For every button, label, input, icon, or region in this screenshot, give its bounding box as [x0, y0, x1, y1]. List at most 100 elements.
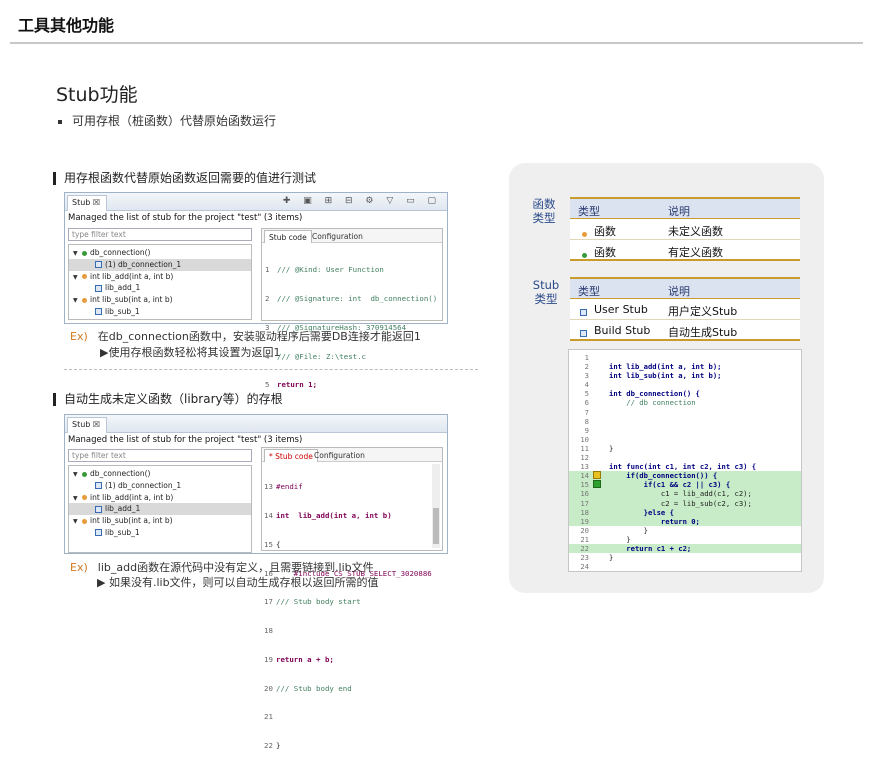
part2-arrow-note: ▶ 如果没有.lib文件，则可以自动生成存根以返回所需的值 [97, 576, 379, 589]
editor-scrollbar[interactable] [432, 464, 440, 548]
tab-stub-code[interactable]: Stub code [264, 230, 312, 243]
code-text: if(c1 && c2 || c3) { [609, 480, 731, 490]
stub-code-editor[interactable]: 13 #endif 14 int lib_add(int a, int b) 15{… [262, 462, 432, 771]
tree-item[interactable]: ▼ db_connection() [69, 247, 251, 259]
stub-view-tabbar: Stub ☒ ✚ ▣ ⊞ ⊟ ⚙ ▽ ▭ ▢ [65, 193, 447, 211]
line-number: 12 [580, 453, 589, 463]
code-line: 20 } [569, 526, 801, 535]
table-row: 函数 未定义函数 [570, 219, 800, 240]
part1-example: Ex) 在db_connection函数中，安装驱动程序后需要DB连接才能返回1 [70, 330, 421, 343]
line-number: 24 [580, 562, 589, 572]
tree-item[interactable]: ▼ db_connection() [69, 468, 251, 480]
managed-label: Managed the list of stub for the project… [68, 213, 303, 223]
code-line: 5 int db_connection() { [569, 389, 801, 398]
part2-heading: 自动生成未定义函数（library等）的存根 [53, 393, 283, 406]
stub-list-pane: type filter text ▼ db_connection() (1) db… [68, 228, 252, 320]
table-row: 函数 有定义函数 [570, 240, 800, 261]
warning-marker-icon[interactable] [593, 471, 601, 480]
code-text: c1 = lib_add(c1, c2); [609, 489, 752, 499]
line-number: 22 [580, 543, 589, 553]
stub-editor-pane: * Stub code Configuration 13 #endif 14 int… [261, 447, 443, 750]
view-toolbar-icons[interactable]: ✚ ▣ ⊞ ⊟ ⚙ ▽ ▭ ▢ [283, 196, 441, 206]
line-number: 20 [580, 525, 589, 535]
tree-item[interactable]: lib_sub_1 [69, 527, 251, 539]
code-text: return c1 + c2; [609, 543, 692, 553]
code-line: 16 c1 = lib_add(c1, c2); [569, 489, 801, 499]
scrollbar-thumb[interactable] [433, 508, 439, 544]
tree-item[interactable]: (1) db_connection_1 [69, 258, 251, 271]
code-text: } [609, 534, 631, 544]
filter-input[interactable]: type filter text [68, 449, 252, 462]
build-stub-icon [95, 529, 102, 537]
line-number: 2 [584, 362, 589, 372]
stub-tree: ▼ db_connection() (1) db_connection_1 ▼ in… [68, 244, 252, 320]
line-number: 14 [580, 471, 589, 481]
user-stub-icon [95, 261, 102, 269]
stub-view-tab[interactable]: Stub ☒ [67, 417, 108, 433]
tree-item[interactable]: lib_sub_1 [69, 306, 251, 318]
code-line: 18 }else { [569, 507, 801, 517]
code-line: 15 if(c1 && c2 || c3) { [569, 480, 801, 490]
tree-item[interactable]: ▼ int lib_add(int a, int b) [69, 492, 251, 504]
code-text: int db_connection() { [609, 389, 700, 399]
stub-view-tabbar: Stub ☒ [65, 415, 447, 433]
managed-label: Managed the list of stub for the project… [68, 435, 303, 445]
code-text: // db connection [609, 398, 696, 408]
filter-input[interactable]: type filter text [68, 228, 252, 241]
line-number: 3 [584, 371, 589, 381]
code-line: 8 [569, 417, 801, 426]
stub-type-table: 类型 说明 User Stub 用户定义Stub Build Stub 自动生成… [570, 277, 800, 341]
undefined-function-icon [82, 518, 87, 524]
editor-tabs: * Stub code Configuration [262, 448, 442, 462]
dashed-divider [64, 369, 478, 370]
build-stub-icon [95, 284, 102, 292]
source-code-window[interactable]: 1 2 int lib_add(int a, int b); 3 int lib_sub… [568, 349, 802, 572]
line-number: 7 [584, 407, 589, 417]
stub-tree: ▼ db_connection() (1) db_connection_1 ▼ in… [68, 465, 252, 553]
build-stub-icon [580, 329, 587, 337]
tree-item[interactable]: ▼ int lib_add(int a, int b) [69, 271, 251, 283]
tab-configuration[interactable]: Configuration [310, 449, 369, 462]
line-number: 17 [580, 498, 589, 508]
part1-arrow-note: ▶使用存根函数轻松将其设置为返回1 [100, 346, 281, 359]
code-line: 22 return c1 + c2; [569, 543, 801, 554]
line-number: 16 [580, 489, 589, 499]
line-number: 18 [580, 507, 589, 517]
tree-item[interactable]: (1) db_connection_1 [69, 480, 251, 492]
tree-item[interactable]: ▼ int lib_sub(int a, int b) [69, 294, 251, 306]
tree-item[interactable]: lib_add_1 [69, 503, 251, 516]
line-number: 15 [580, 480, 589, 490]
code-line: 10 [569, 435, 801, 444]
stub-editor-pane: Stub code Configuration 1/// @Kind: User… [261, 228, 443, 389]
build-stub-icon [95, 505, 102, 513]
defined-function-icon [82, 471, 87, 477]
coverage-marker-icon[interactable] [593, 480, 601, 489]
line-number: 9 [584, 425, 589, 435]
code-text: } [609, 553, 614, 563]
part2-example: Ex) lib_add函数在源代码中没有定义，且需要链接到.lib文件 [70, 561, 374, 574]
line-number: 6 [584, 398, 589, 408]
defined-function-icon [82, 250, 87, 256]
undefined-function-icon [582, 231, 587, 237]
code-line: 23} [569, 553, 801, 562]
code-text: int lib_sub(int a, int b); [609, 371, 722, 381]
table-header: 类型 说明 [570, 197, 800, 219]
stub-list-pane: type filter text ▼ db_connection() (1) db… [68, 449, 252, 553]
undefined-function-icon [82, 297, 87, 303]
line-number: 13 [580, 462, 589, 472]
tree-item[interactable]: lib_add_1 [69, 282, 251, 294]
bullet-text: 可用存根（桩函数）代替原始函数运行 [58, 112, 276, 129]
code-text: int lib_add(int a, int b); [609, 362, 722, 372]
stub-view-tab[interactable]: Stub ☒ [67, 195, 108, 211]
code-line: 21 } [569, 535, 801, 544]
line-number: 21 [580, 534, 589, 544]
tab-configuration[interactable]: Configuration [308, 230, 367, 243]
code-line: 7 [569, 408, 801, 417]
code-line: 13 int func(int c1, int c2, int c3) { [569, 462, 801, 471]
line-number: 8 [584, 416, 589, 426]
code-line: 2 int lib_add(int a, int b); [569, 362, 801, 371]
line-number: 11 [580, 443, 589, 453]
title-divider [10, 42, 863, 44]
tree-item[interactable]: ▼ int lib_sub(int a, int b) [69, 515, 251, 527]
line-number: 10 [580, 434, 589, 444]
